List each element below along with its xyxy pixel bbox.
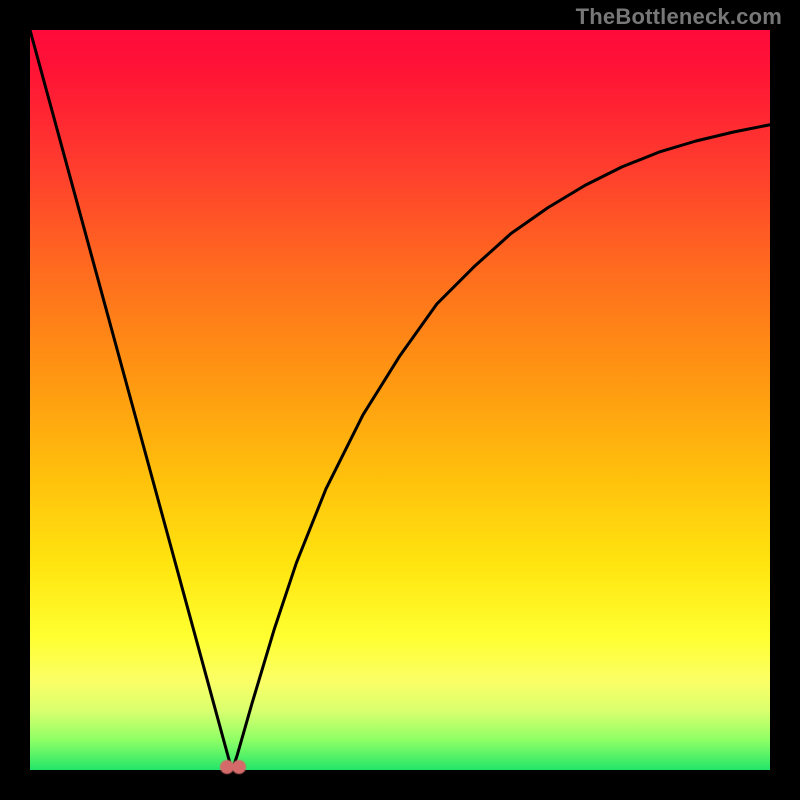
plot-area [30,30,770,770]
chart-frame: TheBottleneck.com [0,0,800,800]
watermark-label: TheBottleneck.com [576,4,782,30]
bottleneck-curve [30,30,770,769]
minimum-dot-b [232,760,246,774]
curve-layer [30,30,770,770]
